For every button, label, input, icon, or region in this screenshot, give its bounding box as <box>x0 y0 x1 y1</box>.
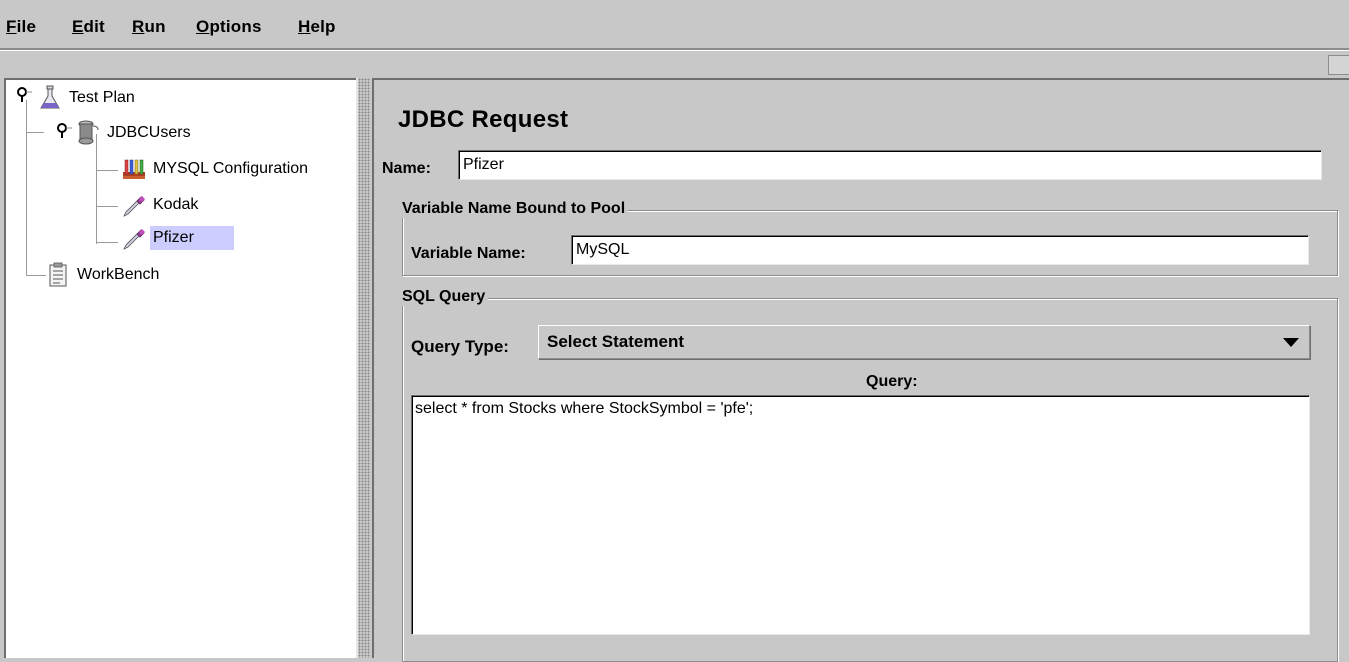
sql-query-group: SQL Query Query Type: Select Statement Q… <box>399 288 1338 662</box>
name-field[interactable]: Pfizer <box>458 150 1322 180</box>
dropdown-arrow-icon <box>1283 338 1299 347</box>
expanded-handle-icon[interactable] <box>16 86 32 102</box>
query-textarea[interactable]: select * from Stocks where StockSymbol =… <box>411 395 1310 635</box>
sql-query-legend: SQL Query <box>399 288 489 306</box>
tree-line <box>26 275 46 276</box>
toolbar <box>0 50 1349 78</box>
tree-line <box>96 170 118 171</box>
tree-item-kodak[interactable]: Kodak <box>122 190 201 220</box>
flask-icon <box>40 85 60 109</box>
menu-bar: File Edit Run Options Help <box>0 0 1349 50</box>
variable-name-label: Variable Name: <box>411 245 526 262</box>
variable-name-field[interactable]: MySQL <box>571 235 1309 265</box>
name-label: Name: <box>382 160 431 177</box>
tree-line <box>96 134 97 244</box>
split-pane-divider[interactable] <box>356 78 370 658</box>
jdbc-request-editor: JDBC Request Name: Pfizer Variable Name … <box>372 78 1349 662</box>
tree-line <box>96 242 118 243</box>
test-tree: Test Plan JDBCUsers MYSQL Configuration <box>4 78 356 658</box>
menu-options[interactable]: Options <box>196 17 262 37</box>
pool-group: Variable Name Bound to Pool Variable Nam… <box>399 200 1338 276</box>
tree-item-jdbcusers[interactable]: JDBCUsers <box>76 118 194 148</box>
spool-icon <box>78 120 99 145</box>
tree-item-mysql-configuration[interactable]: MYSQL Configuration <box>122 154 311 184</box>
pool-group-legend: Variable Name Bound to Pool <box>399 200 629 218</box>
menu-file[interactable]: File <box>6 17 36 37</box>
query-type-select[interactable]: Select Statement <box>538 325 1310 359</box>
tree-line <box>26 100 27 275</box>
tree-line <box>26 132 44 133</box>
expanded-handle-icon[interactable] <box>56 122 72 138</box>
tree-line <box>96 206 118 207</box>
clipboard-icon <box>49 262 67 287</box>
menu-run[interactable]: Run <box>132 17 166 37</box>
query-type-label: Query Type: <box>411 337 509 356</box>
menu-help[interactable]: Help <box>298 17 336 37</box>
page-title: JDBC Request <box>398 106 569 133</box>
menu-edit[interactable]: Edit <box>72 17 105 37</box>
dropper-icon <box>123 196 145 217</box>
tree-item-workbench[interactable]: WorkBench <box>46 260 162 290</box>
dropper-icon <box>123 229 145 250</box>
toolbar-handle[interactable] <box>1328 55 1349 75</box>
test-tubes-icon <box>123 159 145 179</box>
tree-item-test-plan[interactable]: Test Plan <box>38 83 138 113</box>
tree-item-pfizer[interactable]: Pfizer <box>122 223 234 253</box>
query-label: Query: <box>866 373 918 390</box>
